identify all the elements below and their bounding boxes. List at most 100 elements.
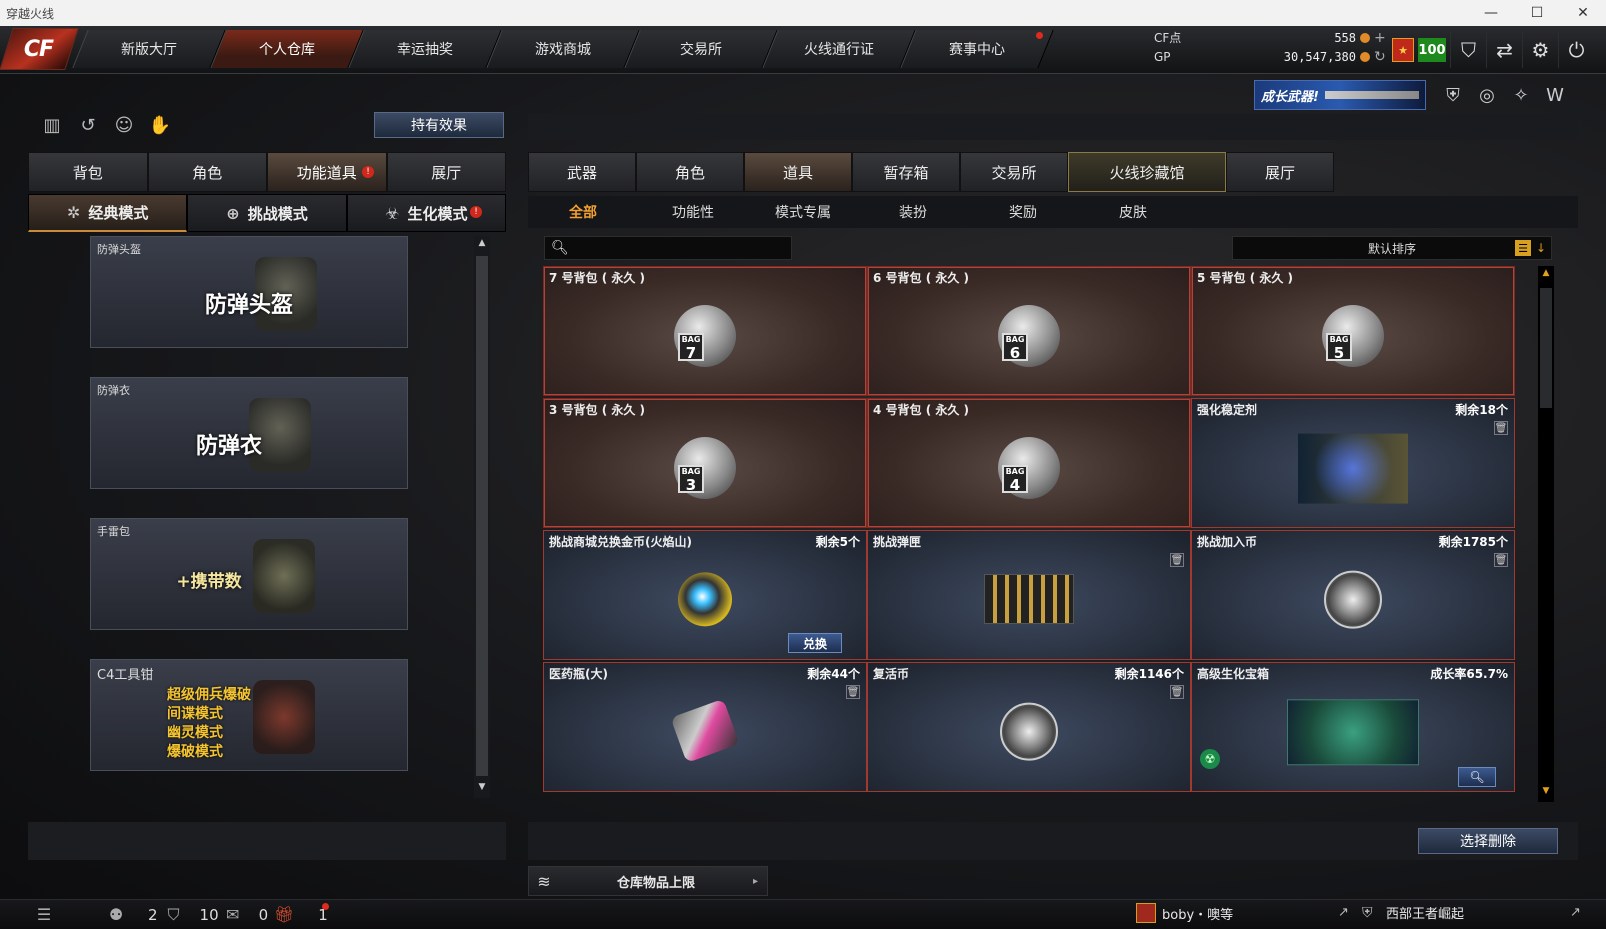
nav-tab[interactable]: 新版大厅 [72,30,226,68]
clan-chip[interactable]: ⛨ 西部王者崛起 [1362,903,1602,923]
gift-notification-dot [321,903,329,910]
right-scrollbar[interactable]: ▲ ▼ [1538,266,1554,802]
user-chip[interactable]: boby・噢等 [1136,903,1233,923]
search-box[interactable]: 🔍︎ [544,236,792,260]
trash-icon[interactable]: 🗑︎ [846,685,860,699]
filter-tab[interactable]: 奖励 [968,196,1078,228]
right-tab[interactable]: 交易所 [960,152,1068,192]
select-delete-button[interactable]: 选择删除 [1418,828,1558,854]
menu-list-icon[interactable]: ☰ [32,905,56,925]
item-card[interactable]: 挑战商城兑换金币(火焰山) 剩余5个 兑换 [543,530,867,660]
nav-tab[interactable]: 交易所 [624,30,778,68]
add-cf-button[interactable]: + [1374,30,1388,46]
growth-weapon-banner[interactable]: 成长武器! [1254,80,1426,110]
minimize-button[interactable]: — [1468,0,1514,26]
nav-tab[interactable]: 幸运抽奖 [348,30,502,68]
mode-tab[interactable]: ⊕ 挑战模式 [187,194,347,232]
nav-tab[interactable]: 个人仓库 [210,30,364,68]
mode-tab[interactable]: ☣ 生化模式 [346,194,506,232]
gear-icon[interactable]: ⚙ [1522,32,1558,68]
cf-logo[interactable]: CF [0,28,79,70]
close-button[interactable]: ✕ [1560,0,1606,26]
right-tab[interactable]: 火线珍藏馆 [1068,152,1226,192]
filter-tab[interactable]: 全部 [528,196,638,228]
left-scrollbar[interactable]: ▲ ▼ [474,236,490,798]
filter-tab[interactable]: 模式专属 [748,196,858,228]
character-icon[interactable]: ☺ [106,110,142,140]
maximize-button[interactable]: ☐ [1514,0,1560,26]
right-tab[interactable]: 道具 [744,152,852,192]
item-card[interactable]: 3 号背包 ( 永久 ) BAG 3 [543,398,867,528]
mode-tab[interactable]: ✲ 经典模式 [28,194,188,232]
emblem-icon[interactable]: ⛨ [1436,80,1470,110]
inspect-icon[interactable]: 🔍︎ [1458,767,1496,787]
item-card[interactable]: 6 号背包 ( 永久 ) BAG 6 [867,266,1191,396]
scroll-thumb[interactable] [1540,288,1552,408]
item-card[interactable]: 挑战弹匣 🗑︎ [867,530,1191,660]
rank-badge-icon[interactable]: ★ [1392,38,1414,62]
hand-icon[interactable]: ✋ [142,110,178,140]
right-tab[interactable]: 角色 [636,152,744,192]
scroll-up-icon[interactable]: ▲ [1538,268,1554,282]
clan-item[interactable]: ⛉ 10 [162,905,219,925]
alert-badge: ! [362,166,374,178]
friends-item[interactable]: ⚉ 2 [104,905,158,925]
shield-icon[interactable]: ⛉ [1450,32,1486,68]
item-card[interactable]: 医药瓶(大) 剩余44个 🗑︎ [543,662,867,792]
scroll-up-icon[interactable]: ▲ [474,238,490,252]
history-icon[interactable]: ↺ [70,110,106,140]
globe-icon[interactable]: ◎ [1470,80,1504,110]
item-card[interactable]: 挑战加入币 剩余1785个 🗑︎ [1191,530,1515,660]
item-card[interactable]: 5 号背包 ( 永久 ) BAG 5 [1191,266,1515,396]
scroll-down-icon[interactable]: ▼ [1538,786,1554,800]
right-tab[interactable]: 暂存箱 [852,152,960,192]
item-card[interactable]: 复活币 剩余1146个 🗑︎ [867,662,1191,792]
trash-icon[interactable]: 🗑︎ [1494,553,1508,567]
bag-number-label: BAG 4 [1002,465,1028,493]
sort-select[interactable]: 默认排序 ☰ ↓ [1232,236,1552,260]
item-title: 3 号背包 ( 永久 ) [549,403,646,417]
trash-icon[interactable]: 🗑︎ [1170,553,1184,567]
filter-tab[interactable]: 功能性 [638,196,748,228]
scroll-down-icon[interactable]: ▼ [474,782,490,796]
switch-icon[interactable]: ⇄ [1486,32,1522,68]
chat-item[interactable]: ✉ 0 [221,905,268,925]
item-card[interactable]: 4 号背包 ( 永久 ) BAG 4 [867,398,1191,528]
refresh-icon[interactable]: ↻ [1374,49,1388,65]
external-link-icon[interactable]: ↗ [1338,905,1349,920]
scroll-thumb[interactable] [476,256,488,776]
external-link-icon[interactable]: ↗ [1570,905,1581,920]
trash-icon[interactable]: 🗑︎ [1170,685,1184,699]
nav-tab[interactable]: 火线通行证 [762,30,916,68]
item-card[interactable]: 高级生化宝箱 成长率65.7% ☢ 🔍︎ [1191,662,1515,792]
left-item-helmet[interactable]: 防弹头盔 防弹头盔 [90,236,408,348]
exchange-button[interactable]: 兑换 [788,633,842,653]
sort-direction-icon[interactable]: ↓ [1533,240,1549,256]
left-item-vest[interactable]: 防弹衣 防弹衣 [90,377,408,489]
bag-word: BAG [1005,467,1025,476]
trash-icon[interactable]: 🗑︎ [1494,421,1508,435]
filter-tab[interactable]: 皮肤 [1078,196,1188,228]
hold-effect-button[interactable]: 持有效果 [374,112,504,138]
item-card[interactable]: 7 号背包 ( 永久 ) BAG 7 [543,266,867,396]
power-icon[interactable]: ⏻ [1558,32,1594,68]
list-view-icon[interactable]: ☰ [1515,240,1531,256]
item-card[interactable]: 强化稳定剂 剩余18个 🗑︎ [1191,398,1515,528]
nav-tab[interactable]: 赛事中心 [900,30,1054,68]
nav-tab[interactable]: 游戏商城 [486,30,640,68]
left-item-grenade-bag[interactable]: 手雷包 +携带数 [90,518,408,630]
badge-icon[interactable]: ✧ [1504,80,1538,110]
left-item-c4-pliers[interactable]: C4工具钳 超级佣兵爆破 间谍模式 幽灵模式 爆破模式 [90,659,408,771]
gift-item[interactable]: 🎁︎ 1 [272,903,329,925]
filter-tab[interactable]: 装扮 [858,196,968,228]
item-grid: 7 号背包 ( 永久 ) BAG 7 6 号背包 ( 永久 ) BAG 6 5 号背包 ( … [543,266,1533,802]
ranking-icon[interactable]: ▥ [34,110,70,140]
left-tab[interactable]: 展厅 [386,152,506,192]
wings-icon[interactable]: W [1538,80,1572,110]
storage-limit-bar[interactable]: ≋ 仓库物品上限 ▸ [528,866,768,896]
right-tab[interactable]: 武器 [528,152,636,192]
left-tab[interactable]: 角色 [147,152,267,192]
right-tab[interactable]: 展厅 [1226,152,1334,192]
clan-shield-icon: ⛉ [167,904,180,924]
left-tab[interactable]: 背包 [28,152,148,192]
